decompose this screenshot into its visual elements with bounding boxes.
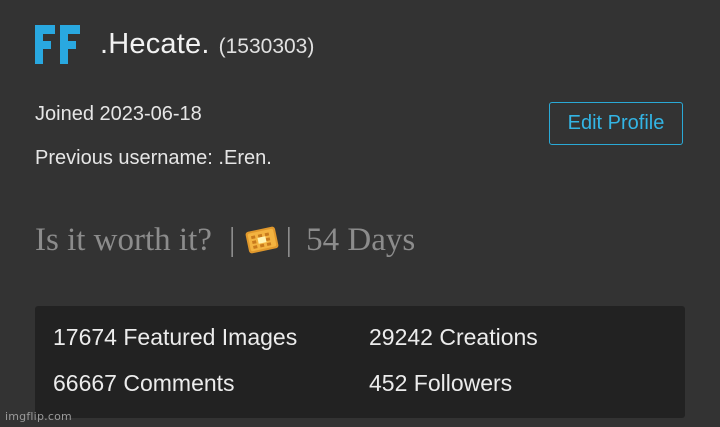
bio-text-before: Is it worth it? — [35, 221, 212, 258]
ff-avatar-icon[interactable] — [35, 20, 83, 68]
bio-separator-right: | — [285, 221, 293, 258]
stats-panel: 17674 Featured Images 29242 Creations 66… — [35, 306, 685, 418]
username: .Hecate. — [100, 27, 210, 60]
waffle-icon — [242, 225, 282, 255]
stat-featured-images[interactable]: 17674 Featured Images — [53, 324, 297, 351]
profile-bio: Is it worth it? | | 54 Days — [35, 218, 415, 262]
joined-date: Joined 2023-06-18 — [35, 103, 202, 125]
profile-page: .Hecate. (1530303) Joined 2023-06-18 Pre… — [0, 0, 720, 427]
stat-creations[interactable]: 29242 Creations — [369, 324, 538, 351]
stat-comments[interactable]: 66667 Comments — [53, 370, 235, 397]
avatar-graphic — [35, 25, 80, 64]
imgflip-watermark: imgflip.com — [5, 410, 72, 423]
stat-followers[interactable]: 452 Followers — [369, 370, 512, 397]
bio-separator-left: | — [228, 221, 236, 258]
edit-profile-button[interactable]: Edit Profile — [549, 102, 683, 145]
bio-text-after: 54 Days — [306, 221, 416, 258]
user-id: (1530303) — [218, 35, 315, 58]
previous-username: Previous username: .Eren. — [35, 147, 272, 169]
profile-header: .Hecate. (1530303) — [35, 18, 314, 70]
